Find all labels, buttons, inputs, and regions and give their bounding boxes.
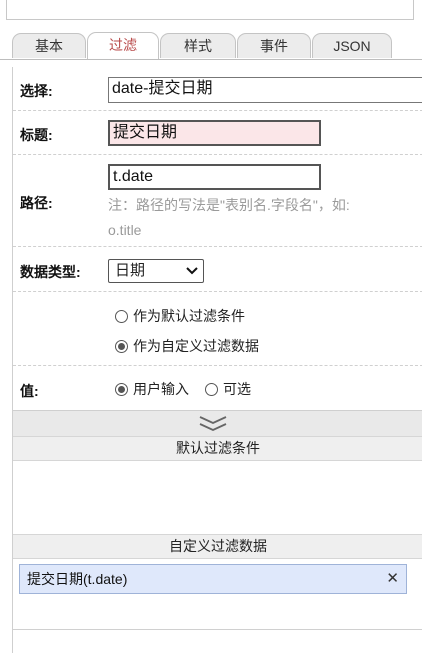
radio-user-input-label: 用户输入 <box>133 381 189 397</box>
top-frame <box>6 0 414 20</box>
path-hint-example: o.title <box>108 222 142 238</box>
double-chevron-down-icon[interactable] <box>197 414 229 437</box>
radio-custom-filter-circle[interactable] <box>115 340 128 353</box>
path-row: 路径: t.date 注：路径的写法是"表别名.字段名"，如: o.title <box>13 155 422 247</box>
datatype-value: 日期 <box>115 262 146 279</box>
radio-optional-label: 可选 <box>223 381 251 397</box>
close-icon[interactable]: ✕ <box>386 565 399 593</box>
chevron-down-icon <box>186 260 198 289</box>
title-input[interactable]: 提交日期 <box>108 120 321 146</box>
radio-default-filter-label: 作为默认过滤条件 <box>133 308 245 324</box>
filter-mode-row: 作为默认过滤条件 作为自定义过滤数据 <box>13 292 422 366</box>
default-filter-area <box>13 461 422 534</box>
tab-bar: 基本 过滤 样式 事件 JSON <box>0 32 422 60</box>
filter-panel: 选择: date-提交日期 标题: 提交日期 路径: t.date 注：路径的写… <box>12 67 422 653</box>
path-input[interactable]: t.date <box>108 164 321 190</box>
radio-user-input[interactable]: 用户输入 <box>115 379 189 399</box>
path-hint: 注：路径的写法是"表别名.字段名"，如: <box>108 197 350 213</box>
radio-custom-filter[interactable]: 作为自定义过滤数据 <box>115 336 259 356</box>
tab-events[interactable]: 事件 <box>237 33 311 58</box>
path-label: 路径: <box>20 195 53 211</box>
title-label: 标题: <box>20 127 53 143</box>
radio-custom-filter-label: 作为自定义过滤数据 <box>133 338 259 354</box>
datatype-row: 数据类型: 日期 <box>13 247 422 292</box>
tab-basic[interactable]: 基本 <box>12 33 86 58</box>
field-select-input[interactable]: date-提交日期 <box>108 77 422 103</box>
select-row: 选择: date-提交日期 <box>13 67 422 111</box>
datatype-label: 数据类型: <box>20 264 81 280</box>
default-filter-header: 默认过滤条件 <box>13 436 422 461</box>
title-row: 标题: 提交日期 <box>13 111 422 155</box>
datatype-select[interactable]: 日期 <box>108 259 204 283</box>
radio-default-filter[interactable]: 作为默认过滤条件 <box>115 306 245 326</box>
radio-optional-circle[interactable] <box>205 383 218 396</box>
radio-default-filter-circle[interactable] <box>115 310 128 323</box>
radio-optional[interactable]: 可选 <box>205 379 251 399</box>
custom-filter-chip[interactable]: 提交日期(t.date) ✕ <box>19 564 407 594</box>
radio-user-input-circle[interactable] <box>115 383 128 396</box>
tab-filter[interactable]: 过滤 <box>87 32 159 59</box>
divider <box>13 629 422 630</box>
value-row: 值: 用户输入 可选 <box>13 366 422 410</box>
tab-style[interactable]: 样式 <box>160 33 236 58</box>
custom-filter-header: 自定义过滤数据 <box>13 534 422 559</box>
collapse-toggle[interactable] <box>13 410 422 436</box>
custom-filter-chip-label: 提交日期(t.date) <box>27 571 128 587</box>
tab-json[interactable]: JSON <box>312 33 392 58</box>
select-label: 选择: <box>20 83 53 99</box>
value-label: 值: <box>20 383 39 399</box>
